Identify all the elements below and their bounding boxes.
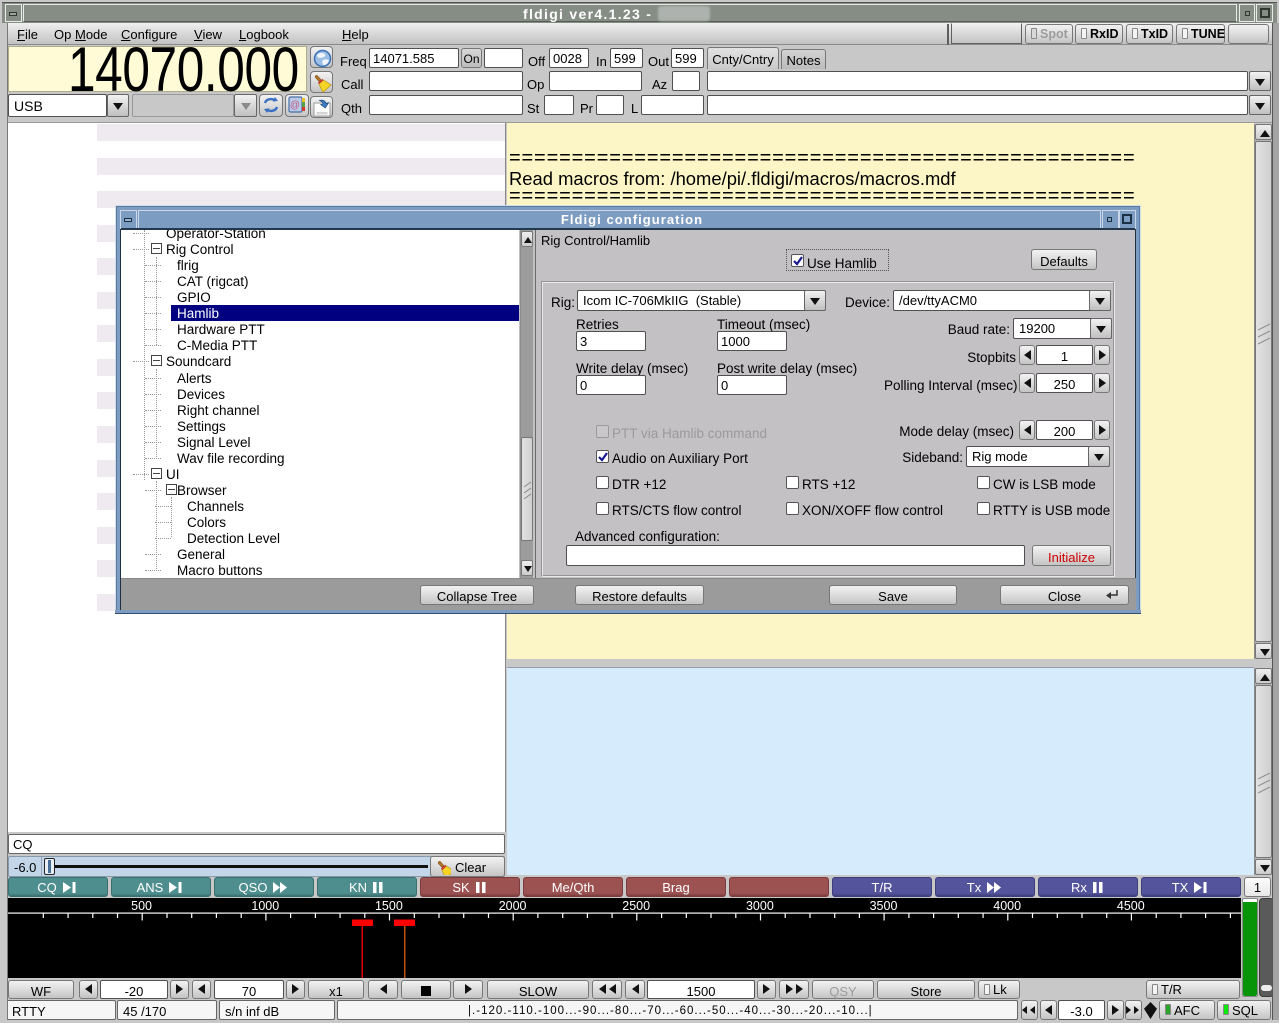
svg-text:4500: 4500 xyxy=(1117,899,1145,913)
svg-text:1500: 1500 xyxy=(375,899,403,913)
svg-text:2500: 2500 xyxy=(622,899,650,913)
svg-text:2000: 2000 xyxy=(499,899,527,913)
svg-text:@: @ xyxy=(290,100,300,111)
svg-text:3000: 3000 xyxy=(746,899,774,913)
svg-text:1000: 1000 xyxy=(251,899,279,913)
svg-text:3500: 3500 xyxy=(870,899,898,913)
svg-text:500: 500 xyxy=(131,899,152,913)
svg-text:4000: 4000 xyxy=(993,899,1021,913)
